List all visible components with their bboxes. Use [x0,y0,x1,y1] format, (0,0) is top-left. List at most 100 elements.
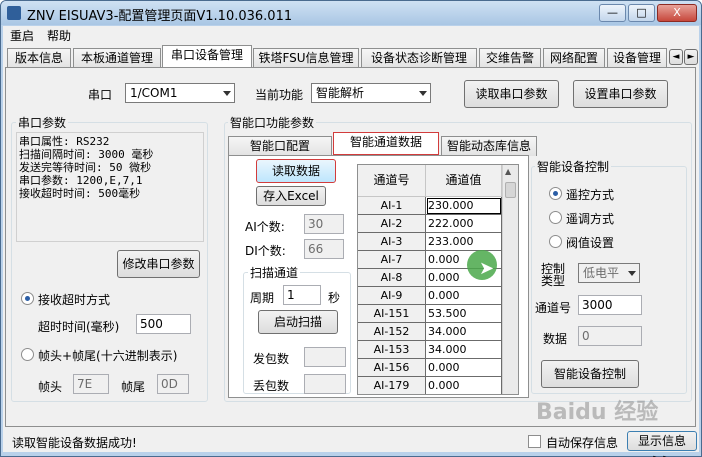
radio-remote-adjust[interactable] [549,211,562,224]
param-line: 扫描间隔时间: 3000 毫秒 [19,148,154,161]
value-cell[interactable]: 0.000 [426,287,502,305]
channel-cell[interactable]: AI-179 [358,377,426,394]
menu-restart[interactable]: 重启 [10,27,34,44]
menu-help[interactable]: 帮助 [47,27,71,44]
save-excel-button[interactable]: 存入Excel [256,186,326,206]
table-row[interactable]: AI-152 34.000 [358,323,502,341]
table-row[interactable]: AI-153 34.000 [358,341,502,359]
timeout-input[interactable]: 500 [136,314,191,334]
subtab-smart-channel-data[interactable]: 智能通道数据 [333,132,439,155]
channel-cell[interactable]: AI-3 [358,233,426,251]
tab-fsu-info[interactable]: 铁塔FSU信息管理 [253,48,359,68]
frame-tail-label: 帧尾 [121,380,146,394]
table-row[interactable]: AI-3 233.000 [358,233,502,251]
radio-frame-mode[interactable] [21,348,34,361]
lost-count-label: 丢包数 [253,379,290,393]
control-type-label: 控制类型 [541,262,566,288]
channel-cell[interactable]: AI-153 [358,341,426,359]
timeout-label: 超时时间(毫秒) [38,320,120,334]
period-label: 周期 [250,291,275,305]
scroll-up-icon[interactable]: ▲ [505,167,511,176]
channel-cell[interactable]: AI-151 [358,305,426,323]
serial-port-value: 1/COM1 [130,86,178,100]
subtab-smart-config[interactable]: 智能口配置 [228,136,332,156]
table-scrollbar[interactable]: ▲ [502,165,518,394]
radio-threshold[interactable] [549,235,562,248]
channel-cell[interactable]: AI-152 [358,323,426,341]
table-row[interactable]: AI-156 0.000 [358,359,502,377]
serial-params-title: 串口参数 [16,114,69,131]
tab-device-manage[interactable]: 设备管理 [607,48,667,68]
subtab-smart-dynamic-lib[interactable]: 智能动态库信息 [441,136,537,156]
tab-version-info[interactable]: 版本信息 [7,48,71,68]
radio-remote-adjust-label: 遥调方式 [566,212,615,226]
scroll-thumb[interactable] [505,182,516,198]
send-count-label: 发包数 [253,352,290,366]
channel-cell[interactable]: AI-2 [358,215,426,233]
tab-device-diagnosis[interactable]: 设备状态诊断管理 [361,48,477,68]
value-cell[interactable]: 230.000 [426,197,502,215]
table-row[interactable]: AI-1 230.000 [358,197,502,215]
period-input[interactable]: 1 [283,285,321,305]
table-header-value[interactable]: 通道值 [426,165,502,197]
channel-cell[interactable]: AI-8 [358,269,426,287]
tab-scroll-right-button[interactable]: ► [684,49,698,65]
radio-remote-control[interactable] [549,187,562,200]
channel-number-input[interactable]: 3000 [578,295,642,315]
channel-cell[interactable]: AI-156 [358,359,426,377]
show-info-button[interactable]: 显示信息>> [627,431,697,457]
table-row[interactable]: AI-9 0.000 [358,287,502,305]
chevron-down-icon [223,91,231,96]
radio-threshold-label: 阀值设置 [566,236,615,250]
control-type-select[interactable]: 低电平 [578,263,640,283]
radio-remote-control-label: 遥控方式 [566,188,615,202]
table-row[interactable]: AI-151 53.500 [358,305,502,323]
set-serial-params-button[interactable]: 设置串口参数 [573,80,668,108]
title-bar[interactable]: ZNV EISUAV3-配置管理页面V1.10.036.011 — □ X [1,1,701,25]
table-row[interactable]: AI-179 0.000 [358,377,502,394]
app-icon [7,6,21,20]
tab-network-config[interactable]: 网络配置 [543,48,605,68]
ai-count-label: AI个数: [245,220,285,234]
radio-timeout-label: 接收超时方式 [38,293,111,307]
value-cell[interactable]: 34.000 [426,323,502,341]
read-serial-params-button[interactable]: 读取串口参数 [464,80,559,108]
table-header-channel[interactable]: 通道号 [358,165,426,197]
tab-maintenance-alarm[interactable]: 交维告警 [479,48,541,68]
value-cell[interactable]: 222.000 [426,215,502,233]
di-count-label: DI个数: [245,244,286,258]
value-cell[interactable]: 0.000 [426,377,502,394]
tab-scroll-left-button[interactable]: ◄ [669,49,683,65]
maximize-button[interactable]: □ [628,4,655,22]
tab-serial-device[interactable]: 串口设备管理 [162,45,252,68]
table-row[interactable]: AI-2 222.000 [358,215,502,233]
channel-cell[interactable]: AI-1 [358,197,426,215]
autosave-checkbox[interactable] [528,435,541,448]
frame-tail-input[interactable]: 0D [157,374,189,394]
frame-head-label: 帧头 [38,380,63,394]
control-type-value: 低电平 [583,266,620,280]
start-scan-button[interactable]: 启动扫描 [258,310,338,334]
value-cell[interactable]: 53.500 [426,305,502,323]
watermark: Baidu 经验 [536,400,659,425]
radio-timeout-mode[interactable] [21,292,34,305]
tab-board-channel[interactable]: 本板通道管理 [73,48,161,68]
data-input[interactable]: 0 [578,326,642,346]
function-select[interactable]: 智能解析 [311,83,431,103]
value-cell[interactable]: 233.000 [426,233,502,251]
function-value: 智能解析 [316,86,365,100]
channel-table[interactable]: 通道号 通道值 ▲ AI-1 230.000 AI-2 222.000 AI-3 233.… [357,164,519,395]
value-cell[interactable]: 0.000 [426,359,502,377]
channel-cell[interactable]: AI-7 [358,251,426,269]
close-button[interactable]: X [657,4,697,22]
channel-cell[interactable]: AI-9 [358,287,426,305]
frame-head-input[interactable]: 7E [73,374,109,394]
value-cell[interactable]: 34.000 [426,341,502,359]
serial-port-select[interactable]: 1/COM1 [125,83,235,103]
modify-serial-params-button[interactable]: 修改串口参数 [117,250,200,278]
minimize-button[interactable]: — [599,4,626,22]
serial-params-text: 串口属性: RS232 扫描间隔时间: 3000 毫秒 发送完等待时间: 50 … [16,132,204,242]
chevron-down-icon [419,91,427,96]
read-data-button[interactable]: 读取数据 [256,159,336,183]
device-control-button[interactable]: 智能设备控制 [541,360,639,388]
